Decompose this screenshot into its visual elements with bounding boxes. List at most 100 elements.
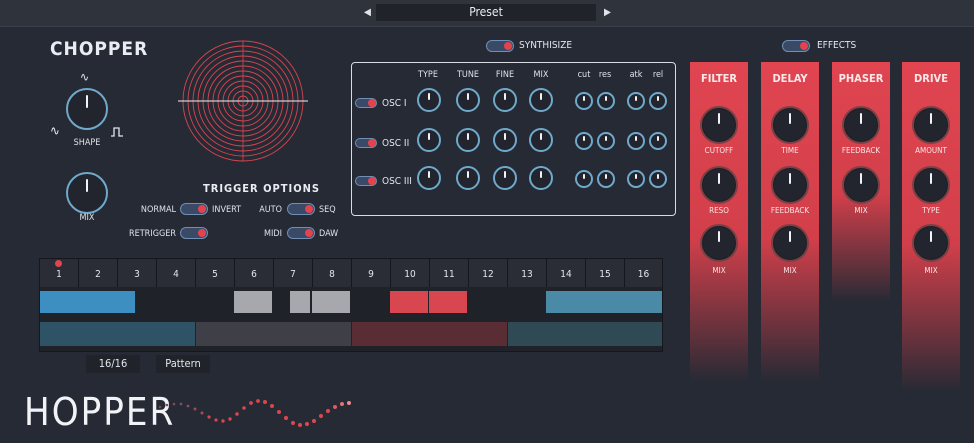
pattern-length[interactable]: 16/16 (86, 355, 140, 373)
step-header[interactable]: 3 (118, 259, 157, 287)
osc1-rel-knob[interactable] (649, 92, 667, 110)
effects-toggle[interactable] (782, 40, 810, 52)
osc2-cut-knob[interactable] (575, 132, 593, 150)
preset-selector[interactable]: Preset (376, 4, 596, 21)
step-header[interactable]: 14 (547, 259, 586, 287)
osc3-cut-knob[interactable] (575, 170, 593, 188)
seq-block-teal[interactable] (546, 291, 662, 313)
filter-mix-knob[interactable] (700, 224, 738, 262)
step-header[interactable]: 4 (157, 259, 196, 287)
osc1-type-knob[interactable] (417, 88, 441, 112)
osc2-res-knob[interactable] (597, 132, 615, 150)
filter-mix-label: MIX (712, 266, 726, 275)
osc1-mix-knob[interactable] (529, 88, 553, 112)
osc3-res-knob[interactable] (597, 170, 615, 188)
seq-block-blue[interactable] (40, 291, 135, 313)
col-cut: cut (577, 70, 591, 80)
step-header[interactable]: 16 (625, 259, 662, 287)
col-fine: FINE (495, 70, 515, 80)
chop-visualizer (178, 40, 308, 162)
osc1-fine-knob[interactable] (493, 88, 517, 112)
drive-type-knob[interactable] (912, 166, 950, 204)
auto-seq-toggle[interactable] (287, 203, 315, 215)
filter-cutoff-knob[interactable] (700, 106, 738, 144)
seq-block-red[interactable] (390, 291, 428, 313)
filter-reso-label: RESO (709, 206, 729, 215)
step-header[interactable]: 7 (274, 259, 313, 287)
sine-wave-icon: ∿ (50, 124, 60, 139)
osc2-mix-knob[interactable] (529, 128, 553, 152)
auto-label: AUTO (259, 205, 282, 215)
osc2-atk-knob[interactable] (627, 132, 645, 150)
osc1-tune-knob[interactable] (456, 88, 480, 112)
phaser-feedback-knob[interactable] (842, 106, 880, 144)
delay-title: DELAY (772, 72, 808, 85)
osc3-toggle[interactable] (355, 176, 377, 186)
osc3-atk-knob[interactable] (627, 170, 645, 188)
step-header[interactable]: 10 (391, 259, 430, 287)
step-header[interactable]: 2 (79, 259, 118, 287)
seq-lane-teal[interactable] (508, 322, 662, 346)
chopper-mix-knob[interactable] (66, 172, 108, 214)
drive-amount-knob[interactable] (912, 106, 950, 144)
seq-lane-red[interactable] (352, 322, 507, 346)
step-sequencer: 1 2 3 4 5 6 7 8 9 10 11 12 13 14 15 16 (39, 258, 663, 352)
osc1-toggle[interactable] (355, 98, 377, 108)
retrigger-label: RETRIGGER (129, 229, 176, 239)
delay-mix-label: MIX (783, 266, 797, 275)
midi-daw-toggle[interactable] (287, 227, 315, 239)
step-header[interactable]: 12 (469, 259, 508, 287)
shape-knob[interactable] (66, 88, 108, 130)
osc3-type-knob[interactable] (417, 166, 441, 190)
seq-block-red[interactable] (429, 291, 467, 313)
seq-block-gray[interactable] (234, 291, 272, 313)
osc3-rel-knob[interactable] (649, 170, 667, 188)
osc3-fine-knob[interactable] (493, 166, 517, 190)
col-rel: rel (652, 70, 664, 80)
osc2-type-knob[interactable] (417, 128, 441, 152)
step-header[interactable]: 6 (235, 259, 274, 287)
normal-invert-toggle[interactable] (180, 203, 208, 215)
playhead-indicator (55, 260, 62, 267)
filter-panel: FILTER CUTOFF RESO MIX (690, 62, 748, 382)
synthesize-toggle[interactable] (486, 40, 514, 52)
seq-lane-gray[interactable] (196, 322, 351, 346)
step-header[interactable]: 11 (430, 259, 469, 287)
seq-lane-blue[interactable] (40, 322, 195, 346)
filter-title: FILTER (700, 72, 738, 85)
delay-mix-knob[interactable] (771, 224, 809, 262)
osc2-toggle[interactable] (355, 138, 377, 148)
osc3-mix-knob[interactable] (529, 166, 553, 190)
drive-mix-label: MIX (924, 266, 938, 275)
step-header[interactable]: 15 (586, 259, 625, 287)
step-header[interactable]: 8 (313, 259, 352, 287)
osc2-label: OSC II (382, 138, 410, 149)
drive-mix-knob[interactable] (912, 224, 950, 262)
osc1-atk-knob[interactable] (627, 92, 645, 110)
delay-time-knob[interactable] (771, 106, 809, 144)
step-header[interactable]: 13 (508, 259, 547, 287)
delay-time-label: TIME (781, 146, 799, 155)
prev-preset-icon[interactable]: ◀ (364, 4, 371, 21)
phaser-panel: PHASER FEEDBACK MIX (832, 62, 890, 302)
osc1-res-knob[interactable] (597, 92, 615, 110)
step-header[interactable]: 9 (352, 259, 391, 287)
retrigger-toggle[interactable] (180, 227, 208, 239)
seq-block-gray[interactable] (312, 291, 350, 313)
phaser-mix-knob[interactable] (842, 166, 880, 204)
osc2-rel-knob[interactable] (649, 132, 667, 150)
osc3-tune-knob[interactable] (456, 166, 480, 190)
filter-reso-knob[interactable] (700, 166, 738, 204)
delay-feedback-knob[interactable] (771, 166, 809, 204)
waveform-dots-icon (158, 399, 351, 428)
osc1-cut-knob[interactable] (575, 92, 593, 110)
osc2-fine-knob[interactable] (493, 128, 517, 152)
triangle-wave-icon: ∿ (80, 70, 90, 84)
pattern-mode[interactable]: Pattern (156, 355, 210, 373)
trigger-options-title: TRIGGER OPTIONS (203, 182, 321, 195)
seq-block-gray[interactable] (290, 291, 310, 313)
filter-cutoff-label: CUTOFF (704, 146, 734, 155)
next-preset-icon[interactable]: ▶ (604, 4, 611, 21)
osc2-tune-knob[interactable] (456, 128, 480, 152)
step-header[interactable]: 5 (196, 259, 235, 287)
